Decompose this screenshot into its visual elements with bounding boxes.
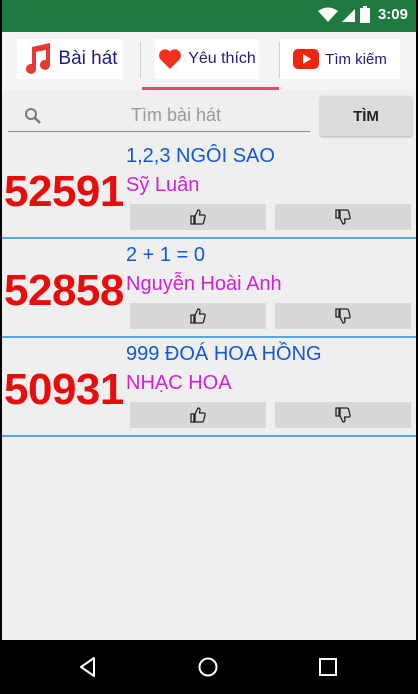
- home-icon[interactable]: [196, 655, 220, 679]
- song-code: 50931: [4, 365, 124, 414]
- tab-search-label: Tìm kiếm: [325, 50, 387, 68]
- like-button[interactable]: [130, 204, 266, 230]
- tab-divider: [140, 42, 141, 78]
- song-code: 52591: [4, 167, 124, 216]
- song-title: 2 + 1 = 0: [126, 244, 205, 266]
- song-title: 999 ĐOÁ HOA HỒNG: [126, 343, 322, 365]
- tab-songs-label: Bài hát: [58, 48, 118, 69]
- active-tab-indicator: [142, 87, 279, 90]
- thumbs-up-icon: [190, 407, 206, 423]
- search-row: TÌM: [2, 94, 416, 138]
- back-icon[interactable]: [76, 655, 100, 679]
- navigation-bar: [2, 640, 416, 694]
- song-code: 52858: [4, 266, 124, 315]
- song-artist: NHẠC HOA: [126, 372, 232, 394]
- battery-icon: [359, 6, 370, 23]
- list-item[interactable]: 52858 2 + 1 = 0 Nguyễn Hoài Anh: [2, 239, 416, 338]
- song-list: 52591 1,2,3 NGÔI SAO Sỹ Luân 52858 2 + 1…: [2, 140, 416, 437]
- app-screen: 3:09 Bài hát Yêu thích Tìm kiếm Tìm bài …: [2, 0, 416, 694]
- signal-icon: [341, 8, 355, 22]
- status-bar: 3:09: [2, 0, 416, 32]
- thumbs-down-icon: [335, 407, 351, 423]
- search-button[interactable]: TÌM: [320, 96, 412, 136]
- tab-favorites-label: Yêu thích: [188, 50, 256, 67]
- status-icons: 3:09: [317, 6, 408, 23]
- search-input[interactable]: [46, 100, 306, 130]
- thumbs-up-icon: [190, 209, 206, 225]
- status-time: 3:09: [377, 6, 408, 23]
- search-icon: [25, 108, 41, 124]
- dislike-button[interactable]: [275, 303, 411, 329]
- song-artist: Sỹ Luân: [126, 174, 200, 196]
- tab-bar: Bài hát Yêu thích Tìm kiếm: [2, 32, 416, 90]
- tab-search[interactable]: Tìm kiếm: [280, 39, 400, 79]
- recents-icon[interactable]: [316, 655, 340, 679]
- thumbs-down-icon: [335, 308, 351, 324]
- list-item[interactable]: 52591 1,2,3 NGÔI SAO Sỹ Luân: [2, 140, 416, 239]
- like-button[interactable]: [130, 402, 266, 428]
- song-artist: Nguyễn Hoài Anh: [126, 273, 282, 295]
- thumbs-up-icon: [190, 308, 206, 324]
- song-title: 1,2,3 NGÔI SAO: [126, 145, 275, 167]
- youtube-play-icon: [293, 49, 320, 69]
- music-note-icon: [26, 43, 51, 74]
- tab-favorites[interactable]: Yêu thích: [155, 39, 259, 79]
- thumbs-down-icon: [335, 209, 351, 225]
- heart-icon: [159, 49, 182, 69]
- wifi-icon: [317, 7, 338, 22]
- tab-songs[interactable]: Bài hát: [17, 39, 123, 79]
- dislike-button[interactable]: [275, 204, 411, 230]
- search-field: [8, 98, 310, 132]
- list-item[interactable]: 50931 999 ĐOÁ HOA HỒNG NHẠC HOA: [2, 338, 416, 437]
- like-button[interactable]: [130, 303, 266, 329]
- dislike-button[interactable]: [275, 402, 411, 428]
